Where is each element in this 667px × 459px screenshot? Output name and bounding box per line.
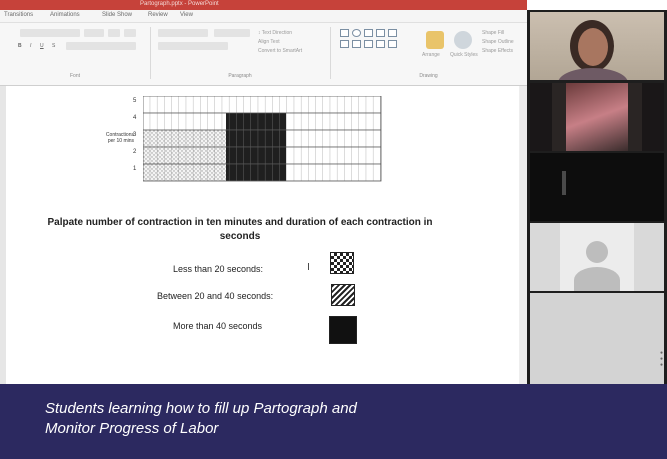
powerpoint-window: Partograph.pptx - PowerPoint Transitions… (0, 0, 527, 388)
legend-label-short: Less than 20 seconds: (173, 264, 264, 274)
shape-arrow-icon[interactable] (388, 29, 397, 37)
list-buttons[interactable] (158, 29, 208, 37)
tab-animations[interactable]: Animations (50, 12, 80, 18)
caption-line-2: Monitor Progress of Labor (45, 420, 219, 437)
shape-fill-label[interactable]: Shape Fill (482, 30, 504, 36)
bold-icon[interactable]: B (18, 43, 22, 49)
text-direction-label[interactable]: ↕ Text Direction (258, 30, 292, 36)
shape-rectangle-icon[interactable] (340, 29, 349, 37)
participants-panel: ● ● ● (527, 10, 667, 388)
shape-oval-icon[interactable] (352, 29, 361, 37)
y-tick-2: 2 (133, 149, 137, 155)
font-size-box[interactable] (84, 29, 104, 37)
shape-brace-icon[interactable] (352, 40, 361, 48)
italic-icon[interactable]: I (30, 43, 31, 49)
participant-tile-4[interactable] (530, 223, 664, 291)
legend-label-long: More than 40 seconds (173, 321, 263, 331)
arrange-label[interactable]: Arrange (422, 52, 440, 58)
tile-shadow (530, 83, 552, 151)
stripe-pattern-swatch (331, 284, 355, 306)
default-avatar-body (574, 267, 620, 291)
participant-tile-5[interactable] (530, 293, 664, 385)
participant-face (578, 28, 608, 66)
solid-pattern-swatch (329, 316, 357, 344)
strikethrough-icon[interactable]: S (52, 43, 55, 49)
shape-callout-icon[interactable] (376, 40, 385, 48)
indent-buttons[interactable] (214, 29, 250, 37)
font-group-label: Font (69, 73, 80, 79)
checker-pattern-swatch (330, 252, 354, 274)
tab-review[interactable]: Review (148, 12, 168, 18)
tile-shadow (642, 83, 664, 151)
contraction-grid (143, 96, 382, 182)
more-participants-icon[interactable]: ● ● ● (660, 350, 663, 368)
y-tick-3: 3 (133, 132, 137, 138)
tab-view[interactable]: View (180, 12, 193, 18)
shape-curve-icon[interactable] (364, 40, 373, 48)
caption-line-1: Students learning how to fill up Partogr… (45, 400, 357, 417)
shrink-font-button[interactable] (124, 29, 136, 37)
caption-text: Students learning how to fill up Partogr… (45, 399, 465, 439)
grow-font-button[interactable] (108, 29, 120, 37)
legend-label-medium: Between 20 and 40 seconds: (157, 291, 274, 301)
screenshot-frame: Partograph.pptx - PowerPoint Transitions… (0, 0, 667, 459)
participant-tile-2[interactable] (530, 83, 664, 151)
paragraph-group-label: Paragraph (228, 73, 252, 79)
shape-effects-label[interactable]: Shape Effects (482, 48, 513, 54)
y-tick-1: 1 (133, 166, 137, 172)
ribbon-tab-bar: Transitions Animations Slide Show Review… (0, 10, 527, 23)
participant-tile-1[interactable] (530, 12, 664, 80)
window-titlebar: Partograph.pptx - PowerPoint (0, 0, 527, 10)
tab-transitions[interactable]: Transitions (4, 12, 33, 18)
paragraph-group: ↕ Text Direction Align Text Convert to S… (150, 27, 331, 79)
shape-star-icon[interactable] (340, 40, 349, 48)
text-cursor-icon: I (307, 262, 310, 273)
shape-more-icon[interactable] (388, 40, 397, 48)
slide-thumbnail-edge (0, 86, 6, 388)
quick-styles-label[interactable]: Quick Styles (450, 52, 478, 58)
vertical-scrollbar[interactable] (519, 86, 527, 388)
alignment-buttons[interactable] (158, 42, 228, 50)
arrange-icon[interactable] (426, 31, 444, 49)
drawing-group-label: Drawing (419, 73, 438, 79)
y-tick-4: 4 (133, 115, 137, 121)
quick-styles-icon[interactable] (454, 31, 472, 49)
underline-icon[interactable]: U (40, 43, 44, 49)
align-text-label[interactable]: Align Text (258, 39, 280, 45)
y-tick-5: 5 (133, 98, 137, 104)
participant-video-3 (562, 171, 566, 195)
chart-y-axis-label: Contractions per 10 mins (105, 132, 134, 144)
participant-tile-3[interactable] (530, 153, 664, 221)
window-title: Partograph.pptx - PowerPoint (140, 1, 219, 7)
font-group: B I U S Font (0, 27, 151, 79)
shape-line-icon[interactable] (364, 29, 373, 37)
slide-heading: Palpate number of contraction in ten min… (47, 217, 433, 242)
default-avatar-icon (586, 241, 608, 263)
tab-slide-show[interactable]: Slide Show (102, 12, 132, 18)
participant-body (558, 68, 628, 80)
ribbon: B I U S Font ↕ Text Direction Align Text… (0, 23, 527, 86)
drawing-group: Arrange Quick Styles Shape Fill Shape Ou… (330, 27, 527, 79)
contraction-chart: Contractions per 10 mins 5 4 3 2 1 (106, 96, 382, 182)
participant-video-2 (566, 83, 628, 151)
font-name-box[interactable] (20, 29, 80, 37)
shape-triangle-icon[interactable] (376, 29, 385, 37)
font-formatting-buttons[interactable] (66, 42, 136, 50)
shape-outline-label[interactable]: Shape Outline (482, 39, 514, 45)
convert-smartart-label[interactable]: Convert to SmartArt (258, 48, 302, 54)
photo-caption: Students learning how to fill up Partogr… (0, 384, 667, 459)
